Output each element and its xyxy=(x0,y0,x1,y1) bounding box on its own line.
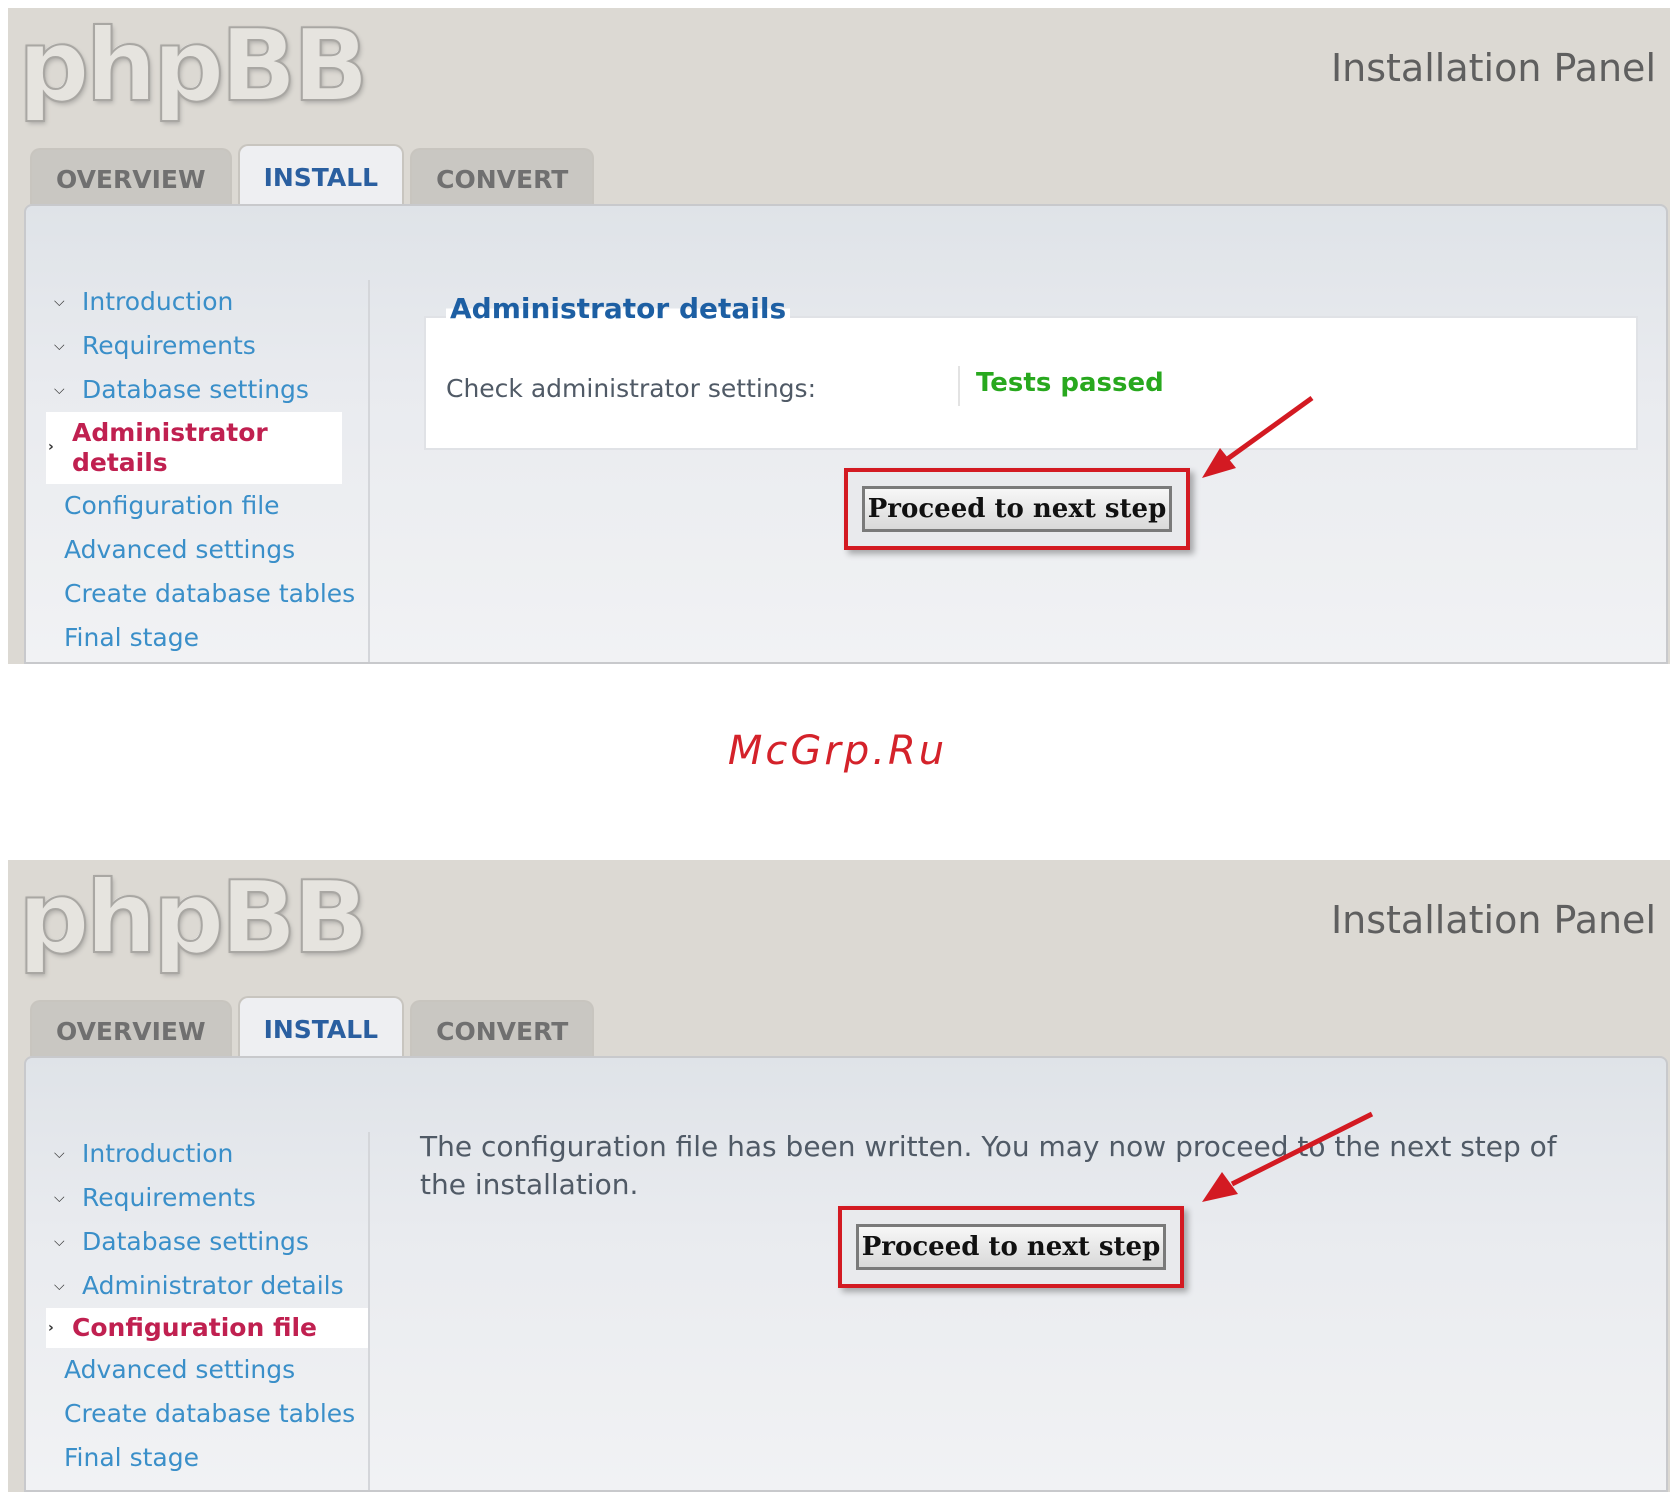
nav-item-advanced-settings[interactable]: Advanced settings xyxy=(46,528,368,572)
tab-convert[interactable]: CONVERT xyxy=(410,1000,595,1056)
install-steps-nav: ⌵ Introduction ⌵ Requirements ⌵ Database… xyxy=(46,280,370,662)
nav-item-advanced-settings[interactable]: Advanced settings xyxy=(46,1348,368,1392)
content-area: ⌵ Introduction ⌵ Requirements ⌵ Database… xyxy=(24,1056,1668,1492)
arrow-icon xyxy=(1202,1111,1374,1202)
nav-item-label: Create database tables xyxy=(64,1399,356,1428)
status-message: The configuration file has been written.… xyxy=(420,1130,1557,1201)
watermark: McGrp.Ru xyxy=(727,728,948,774)
highlight-box: Proceed to next step xyxy=(844,468,1190,550)
nav-item-introduction[interactable]: ⌵ Introduction xyxy=(46,280,368,324)
proceed-next-step-button[interactable]: Proceed to next step xyxy=(856,1224,1166,1270)
nav-item-label: Requirements xyxy=(82,331,256,360)
nav-item-label: Requirements xyxy=(82,1183,256,1212)
nav-item-database-settings[interactable]: ⌵ Database settings xyxy=(46,368,368,412)
chevron-down-icon: ⌵ xyxy=(54,1146,65,1162)
install-panel-admin-details: phpBB Installation Panel OVERVIEW INSTAL… xyxy=(8,8,1670,664)
nav-item-administrator-details[interactable]: ⌵ Administrator details xyxy=(46,1264,368,1308)
proceed-next-step-button[interactable]: Proceed to next step xyxy=(862,486,1172,532)
panel-title: Installation Panel xyxy=(1330,46,1656,90)
nav-item-configuration-file[interactable]: › Configuration file xyxy=(46,1308,368,1348)
nav-item-label: Configuration file xyxy=(64,491,280,520)
nav-item-label: Advanced settings xyxy=(64,1355,296,1384)
nav-item-label: Final stage xyxy=(64,1443,199,1472)
nav-item-introduction[interactable]: ⌵ Introduction xyxy=(46,1132,368,1176)
nav-item-final-stage[interactable]: Final stage xyxy=(46,616,368,660)
nav-item-label: Administrator details xyxy=(72,418,268,477)
install-panel-configuration-file: phpBB Installation Panel OVERVIEW INSTAL… xyxy=(8,860,1670,1492)
nav-item-label: Final stage xyxy=(64,623,199,652)
divider xyxy=(958,366,960,406)
nav-item-create-database-tables[interactable]: Create database tables xyxy=(46,572,368,616)
nav-item-database-settings[interactable]: ⌵ Database settings xyxy=(46,1220,368,1264)
install-steps-nav: ⌵ Introduction ⌵ Requirements ⌵ Database… xyxy=(46,1132,370,1490)
nav-item-label: Configuration file xyxy=(72,1313,317,1342)
tab-install[interactable]: INSTALL xyxy=(237,144,405,204)
chevron-down-icon: ⌵ xyxy=(54,1234,65,1250)
phpbb-logo: phpBB xyxy=(17,8,370,124)
tab-overview[interactable]: OVERVIEW xyxy=(30,148,232,204)
highlight-box: Proceed to next step xyxy=(838,1206,1184,1288)
arrow-icon xyxy=(1202,395,1314,478)
chevron-down-icon: ⌵ xyxy=(54,1278,65,1294)
nav-item-create-database-tables[interactable]: Create database tables xyxy=(46,1392,368,1436)
chevron-down-icon: ⌵ xyxy=(54,294,65,310)
chevron-down-icon: ⌵ xyxy=(54,338,65,354)
check-admin-settings-label: Check administrator settings: xyxy=(446,374,816,403)
admin-details-fieldset: Check administrator settings: Tests pass… xyxy=(424,316,1638,450)
chevron-right-icon: › xyxy=(48,1320,54,1336)
panel-title: Installation Panel xyxy=(1330,898,1656,942)
nav-item-final-stage[interactable]: Final stage xyxy=(46,1436,368,1480)
chevron-down-icon: ⌵ xyxy=(54,1190,65,1206)
nav-item-requirements[interactable]: ⌵ Requirements xyxy=(46,1176,368,1220)
nav-item-label: Introduction xyxy=(82,1139,234,1168)
tab-overview[interactable]: OVERVIEW xyxy=(30,1000,232,1056)
nav-item-requirements[interactable]: ⌵ Requirements xyxy=(46,324,368,368)
nav-item-label: Introduction xyxy=(82,287,234,316)
nav-item-label: Database settings xyxy=(82,1227,309,1256)
nav-item-configuration-file[interactable]: Configuration file xyxy=(46,484,368,528)
nav-item-administrator-details[interactable]: › Administrator details xyxy=(46,412,342,484)
tab-install[interactable]: INSTALL xyxy=(237,996,405,1056)
tab-bar: OVERVIEW INSTALL CONVERT xyxy=(30,144,600,206)
tests-passed-status: Tests passed xyxy=(976,368,1164,398)
fieldset-legend: Administrator details xyxy=(446,292,791,325)
nav-item-label: Advanced settings xyxy=(64,535,296,564)
nav-item-label: Create database tables xyxy=(64,579,356,608)
chevron-down-icon: ⌵ xyxy=(54,382,65,398)
chevron-right-icon: › xyxy=(48,439,54,455)
nav-item-label: Administrator details xyxy=(82,1271,344,1300)
tab-bar: OVERVIEW INSTALL CONVERT xyxy=(30,996,600,1058)
nav-item-label: Database settings xyxy=(82,375,309,404)
content-area: ⌵ Introduction ⌵ Requirements ⌵ Database… xyxy=(24,204,1668,664)
tab-convert[interactable]: CONVERT xyxy=(410,148,595,204)
phpbb-logo: phpBB xyxy=(17,860,370,976)
